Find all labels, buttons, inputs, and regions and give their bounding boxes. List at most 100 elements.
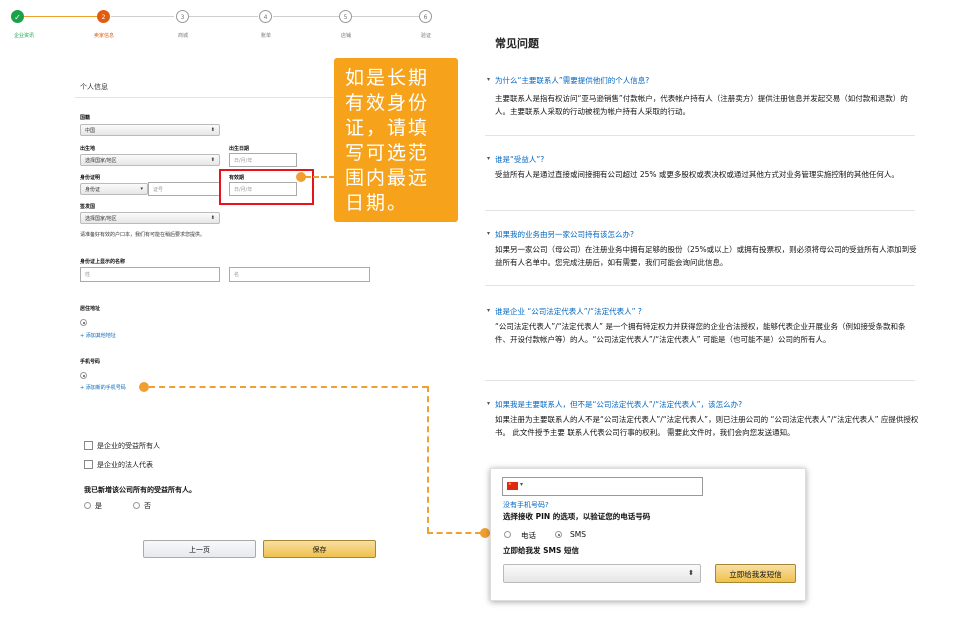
faq-answer-3: 如果另一家公司（母公司）在注册业务中拥有足够的股份（25%或以上）或拥有投票权，… [495, 245, 917, 267]
faq-question-1[interactable]: 为什么“主要联系人”需要提供他们的个人信息? [495, 75, 649, 86]
phone-number-input[interactable]: ★ ▾ [502, 477, 703, 496]
faq-answer-4: “公司法定代表人”/“法定代表人” 是一个拥有特定权力并获得您的企业合法授权，能… [495, 322, 906, 344]
dob-input[interactable]: 日/月/年 [229, 153, 297, 167]
chevron-down-icon: ⬍ [210, 127, 215, 133]
id-number-input[interactable]: 证号 [148, 182, 220, 196]
previous-page-button[interactable]: 上一页 [143, 540, 256, 558]
faq-question-2[interactable]: 谁是“受益人”? [495, 154, 544, 165]
divider [485, 210, 915, 211]
chevron-down-icon: ⬍ [688, 569, 694, 577]
legal-rep-checkbox-label: 是企业的法人代表 [97, 461, 153, 469]
birthplace-select[interactable]: 选择国家/地区 ⬍ [80, 154, 220, 166]
faq-title: 常见问题 [495, 37, 539, 50]
chevron-down-icon: ⬍ [210, 215, 215, 221]
phone-connector-line [149, 386, 428, 388]
divider [75, 97, 375, 98]
legal-rep-checkbox[interactable] [84, 460, 93, 469]
issuer-select[interactable]: 选择国家/地区 ⬍ [80, 212, 220, 224]
step-connector [273, 16, 339, 17]
caret-down-icon: ▾ [487, 76, 491, 83]
caret-down-icon: ▾ [487, 230, 491, 237]
phone-connector-dot [139, 382, 149, 392]
divider [485, 285, 915, 286]
step-connector [189, 16, 258, 17]
beneficiary-checkbox[interactable] [84, 441, 93, 450]
phone-connector-dot [480, 528, 490, 538]
caret-down-icon: ▾ [487, 307, 491, 314]
china-flag-icon: ★ [507, 482, 518, 490]
callout-text: 如是长期有效身份证，请填写可选范围内最远日期。 [345, 67, 430, 214]
birthplace-value: 选择国家/地区 [85, 158, 117, 164]
save-button[interactable]: 保存 [263, 540, 376, 558]
caret-down-icon: ▾ [487, 400, 491, 407]
faq-question-4[interactable]: 谁是企业 “公司法定代表人”/“法定代表人” ? [495, 306, 642, 317]
call-radio[interactable] [504, 531, 511, 538]
call-label: 电话 [521, 531, 536, 540]
country-chevron-icon[interactable]: ▾ [520, 481, 523, 488]
caret-down-icon: ▾ [487, 155, 491, 162]
nationality-select[interactable]: 中国 ⬍ [80, 124, 220, 136]
residence-radio[interactable] [80, 319, 87, 326]
residence-label: 居住地址 [80, 306, 101, 312]
callout-box: 如是长期有效身份证，请填写可选范围内最远日期。 [334, 58, 458, 222]
send-sms-button[interactable]: 立即给我发短信 [715, 564, 796, 583]
birthplace-label: 出生地 [80, 146, 96, 152]
no-radio[interactable] [133, 502, 140, 509]
sms-radio[interactable] [555, 531, 562, 538]
sms-title: 立即给我发 SMS 短信 [503, 546, 579, 555]
step-1-label: 企业资讯 [13, 33, 35, 39]
step-4-label: 账单 [260, 33, 272, 39]
add-phone-link[interactable]: + 添加新的手机号码 [80, 384, 126, 391]
step-5-circle: 5 [339, 10, 352, 23]
faq-answer-5: 如果注册为主要联系人的人不是“公司法定代表人”/“法定代表人”，则已注册公司的 … [495, 415, 919, 437]
step-connector [352, 16, 419, 17]
faq-answer-2: 受益所有人是通过直接或间接拥有公司超过 25% 或更多股权或表决权或通过其他方式… [495, 170, 899, 179]
chevron-down-icon: ⬍ [210, 157, 215, 163]
faq-question-3[interactable]: 如果我的业务由另一家公司持有该怎么办? [495, 229, 634, 240]
sms-label: SMS [570, 530, 586, 539]
hukou-note: 请准备好有效的户口本，我们有可能在稍后要求您提供。 [80, 232, 206, 238]
first-name-input[interactable]: 名 [229, 267, 370, 282]
add-address-link[interactable]: + 添加其他地址 [80, 332, 116, 339]
step-3-label: 商城 [177, 33, 189, 39]
divider [485, 135, 915, 136]
phone-connector-line [427, 532, 481, 534]
pin-option-title: 选择接收 PIN 的选项，以验证您的电话号码 [503, 512, 651, 521]
faq-answer-1: 主要联系人是指有权访问“亚马逊销售”付款帐户，代表帐户持有人（注册卖方）提供注册… [495, 94, 908, 116]
no-label: 否 [144, 502, 151, 510]
nationality-value: 中国 [85, 128, 96, 134]
step-connector [22, 16, 104, 17]
no-phone-link[interactable]: 没有手机号码? [503, 500, 549, 510]
last-name-input[interactable]: 姓 [80, 267, 220, 282]
phone-connector-line [427, 386, 429, 533]
step-2-circle: 2 [97, 10, 110, 23]
divider [485, 380, 915, 381]
step-6-circle: 6 [419, 10, 432, 23]
callout-connector-line [305, 176, 335, 178]
step-1-check-icon: ✓ [11, 10, 24, 23]
beneficiary-checkbox-label: 是企业的受益所有人 [97, 442, 160, 450]
chevron-down-icon: ▾ [140, 186, 143, 192]
id-type-select[interactable]: 身份证 ▾ [80, 183, 148, 195]
name-on-id-label: 身份证上显示的名称 [80, 259, 126, 265]
dob-label: 出生日期 [229, 146, 250, 152]
phone-radio[interactable] [80, 372, 87, 379]
issuer-label: 签发国 [80, 204, 96, 210]
sms-language-select[interactable]: ⬍ [503, 564, 701, 583]
nationality-label: 国籍 [80, 115, 91, 121]
yes-label: 是 [95, 502, 102, 510]
section-title: 个人信息 [80, 83, 108, 91]
phone-verification-popup: ★ ▾ 没有手机号码? 选择接收 PIN 的选项，以验证您的电话号码 电话 SM… [490, 468, 806, 601]
id-label: 身份证明 [80, 175, 101, 181]
issuer-value: 选择国家/地区 [85, 216, 117, 222]
id-type-value: 身份证 [85, 187, 101, 193]
step-5-label: 店铺 [340, 33, 352, 39]
step-3-circle: 3 [176, 10, 189, 23]
step-connector [111, 16, 174, 17]
step-4-circle: 4 [259, 10, 272, 23]
step-2-label: 卖家信息 [93, 33, 115, 39]
faq-question-5[interactable]: 如果我是主要联系人，但不是“公司法定代表人”/“法定代表人”，该怎么办? [495, 399, 742, 410]
phone-label: 手机号码 [80, 359, 101, 365]
step-6-label: 验证 [420, 33, 432, 39]
yes-radio[interactable] [84, 502, 91, 509]
